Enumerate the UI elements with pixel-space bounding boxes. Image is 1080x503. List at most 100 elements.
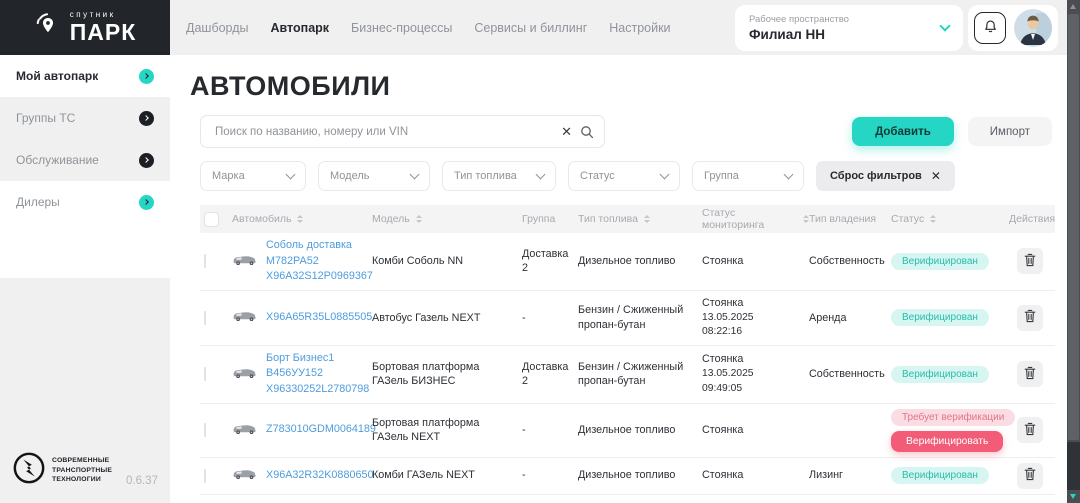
delete-button[interactable] xyxy=(1017,463,1043,489)
vehicle-link[interactable]: Соболь доставка xyxy=(266,238,373,254)
nav-item-dashboards[interactable]: Дашборды xyxy=(186,21,249,35)
sidebar-item-label: Группы ТС xyxy=(16,111,139,125)
vehicle-link[interactable]: Z783010GDM0064189 xyxy=(266,422,376,438)
nav-item-autopark[interactable]: Автопарк xyxy=(271,21,330,35)
chevron-right-icon xyxy=(139,195,154,210)
column-header-label: Группа xyxy=(522,213,555,225)
search-icon[interactable] xyxy=(580,125,594,139)
workspace-selector[interactable]: Рабочее пространство Филиал НН xyxy=(735,5,963,51)
row-checkbox[interactable] xyxy=(204,367,206,381)
vehicle-links: Соболь доставкаМ782РА52X96A32S12P0969367 xyxy=(266,238,373,285)
column-header[interactable]: Тип владения xyxy=(809,213,891,225)
vehicle-link[interactable]: X96330252L2780798 xyxy=(266,382,369,398)
model-cell: Автобус Газель NEXT xyxy=(372,311,522,326)
brand-logo[interactable]: спутник ПАРК xyxy=(0,0,170,55)
sidebar-item-maintenance[interactable]: Обслуживание xyxy=(0,139,170,181)
delete-button[interactable] xyxy=(1017,248,1043,274)
table-row: Соболь доставкаМ782РА52X96A32S12P0969367… xyxy=(200,233,1055,291)
stt-logo-text: СОВРЕМЕННЫЕ ТРАНСПОРТНЫЕ ТЕХНОЛОГИИ xyxy=(52,456,112,486)
filter-brand[interactable]: Марка xyxy=(200,161,306,191)
filter-placeholder: Группа xyxy=(704,170,739,182)
clear-search-icon[interactable]: ✕ xyxy=(553,124,580,140)
row-checkbox[interactable] xyxy=(204,469,206,483)
table-row: Борт Бизнес1В456УУ152X96330252L2780798 Б… xyxy=(200,346,1055,404)
scroll-up-arrow-icon[interactable] xyxy=(1070,4,1076,9)
row-checkbox-cell xyxy=(200,312,232,324)
column-header[interactable]: Группа xyxy=(522,213,578,225)
filter-status[interactable]: Статус xyxy=(568,161,680,191)
filter-model[interactable]: Модель xyxy=(318,161,430,191)
actions-cell xyxy=(1009,305,1055,331)
status-cell: Верифицирован xyxy=(891,366,1009,383)
group-cell: Доставка 2 xyxy=(522,247,578,276)
column-header[interactable]: Модель xyxy=(372,213,522,225)
model-cell: Бортовая платформа ГАЗель NEXT xyxy=(372,416,522,445)
filter-group[interactable]: Группа xyxy=(692,161,804,191)
notifications-button[interactable] xyxy=(974,12,1006,44)
add-button[interactable]: Добавить xyxy=(852,117,954,146)
sidebar-item-label: Дилеры xyxy=(16,195,139,209)
search-input[interactable] xyxy=(213,125,553,139)
column-header[interactable]: Действия xyxy=(1009,213,1069,225)
select-all-checkbox[interactable] xyxy=(204,212,219,227)
chevron-down-icon xyxy=(536,169,546,179)
search-row: ✕ Добавить Импорт xyxy=(200,115,1052,148)
status-cell: Требует верификацииВерифицировать xyxy=(891,409,1009,452)
actions-cell xyxy=(1009,417,1055,443)
stt-logo-icon xyxy=(12,451,46,490)
delete-button[interactable] xyxy=(1017,305,1043,331)
vehicle-link[interactable]: X96A32S12P0969367 xyxy=(266,269,373,285)
nav-item-settings[interactable]: Настройки xyxy=(609,21,670,35)
workspace-label: Рабочее пространство xyxy=(749,14,941,25)
vehicle-cell: Z783010GDM0064189 xyxy=(232,421,372,440)
monitoring-line: 13.05.2025 xyxy=(702,367,809,381)
trash-icon xyxy=(1024,422,1036,439)
status-cell: Верифицирован xyxy=(891,309,1009,326)
nav-item-services-billing[interactable]: Сервисы и биллинг xyxy=(474,21,587,35)
sort-icon[interactable] xyxy=(930,215,936,223)
reset-filters-button[interactable]: Сброс фильтров ✕ xyxy=(816,161,955,191)
row-checkbox-cell xyxy=(200,368,232,380)
vehicle-link[interactable]: В456УУ152 xyxy=(266,366,369,382)
row-checkbox[interactable] xyxy=(204,311,206,325)
column-header[interactable]: Автомобиль xyxy=(232,213,372,225)
vertical-scrollbar[interactable] xyxy=(1067,0,1080,503)
scroll-down-arrow-icon[interactable] xyxy=(1070,494,1076,499)
vehicle-link[interactable]: М782РА52 xyxy=(266,254,373,270)
delete-button[interactable] xyxy=(1017,417,1043,443)
vehicle-links: X96A32R32K0880650 xyxy=(266,468,373,484)
import-button[interactable]: Импорт xyxy=(968,117,1052,146)
vehicle-link[interactable]: X96A32R32K0880650 xyxy=(266,468,373,484)
group-cell: - xyxy=(522,468,578,483)
verify-button[interactable]: Верифицировать xyxy=(891,431,1003,452)
fuel-cell: Дизельное топливо xyxy=(578,423,702,438)
filter-fuel-type[interactable]: Тип топлива xyxy=(442,161,556,191)
user-avatar[interactable] xyxy=(1014,9,1052,47)
delete-button[interactable] xyxy=(1017,361,1043,387)
sidebar-item-dealers[interactable]: Дилеры xyxy=(0,181,170,223)
nav-item-business-processes[interactable]: Бизнес-процессы xyxy=(351,21,452,35)
top-navigation: Дашборды Автопарк Бизнес-процессы Сервис… xyxy=(186,0,671,55)
scrollbar-thumb[interactable] xyxy=(1068,14,1079,440)
column-header[interactable]: Статус мониторинга xyxy=(702,207,809,231)
vehicle-link[interactable]: Борт Бизнес1 xyxy=(266,351,369,367)
vehicle-cell: X96A32R32K0880650 xyxy=(232,466,372,485)
vehicle-link[interactable]: X96A65R35L0885505 xyxy=(266,310,372,326)
row-checkbox[interactable] xyxy=(204,254,206,268)
sort-icon[interactable] xyxy=(644,215,650,223)
column-header[interactable]: Статус xyxy=(891,213,1009,225)
filter-placeholder: Статус xyxy=(580,170,615,182)
sort-icon[interactable] xyxy=(297,215,303,223)
sort-icon[interactable] xyxy=(416,215,422,223)
search-box: ✕ xyxy=(200,115,605,148)
sidebar-item-my-autopark[interactable]: Мой автопарк xyxy=(0,55,170,97)
table-header-row: Автомобиль Модель Группа Тип топлива Ста… xyxy=(200,205,1055,233)
column-header[interactable]: Тип топлива xyxy=(578,213,702,225)
monitoring-status-cell: Стоянка xyxy=(702,468,809,483)
trash-icon xyxy=(1024,366,1036,383)
status-badge-verified: Верифицирован xyxy=(891,253,989,270)
sidebar-item-vehicle-groups[interactable]: Группы ТС xyxy=(0,97,170,139)
row-checkbox[interactable] xyxy=(204,423,206,437)
row-checkbox-cell xyxy=(200,255,232,267)
filter-placeholder: Тип топлива xyxy=(454,170,517,182)
